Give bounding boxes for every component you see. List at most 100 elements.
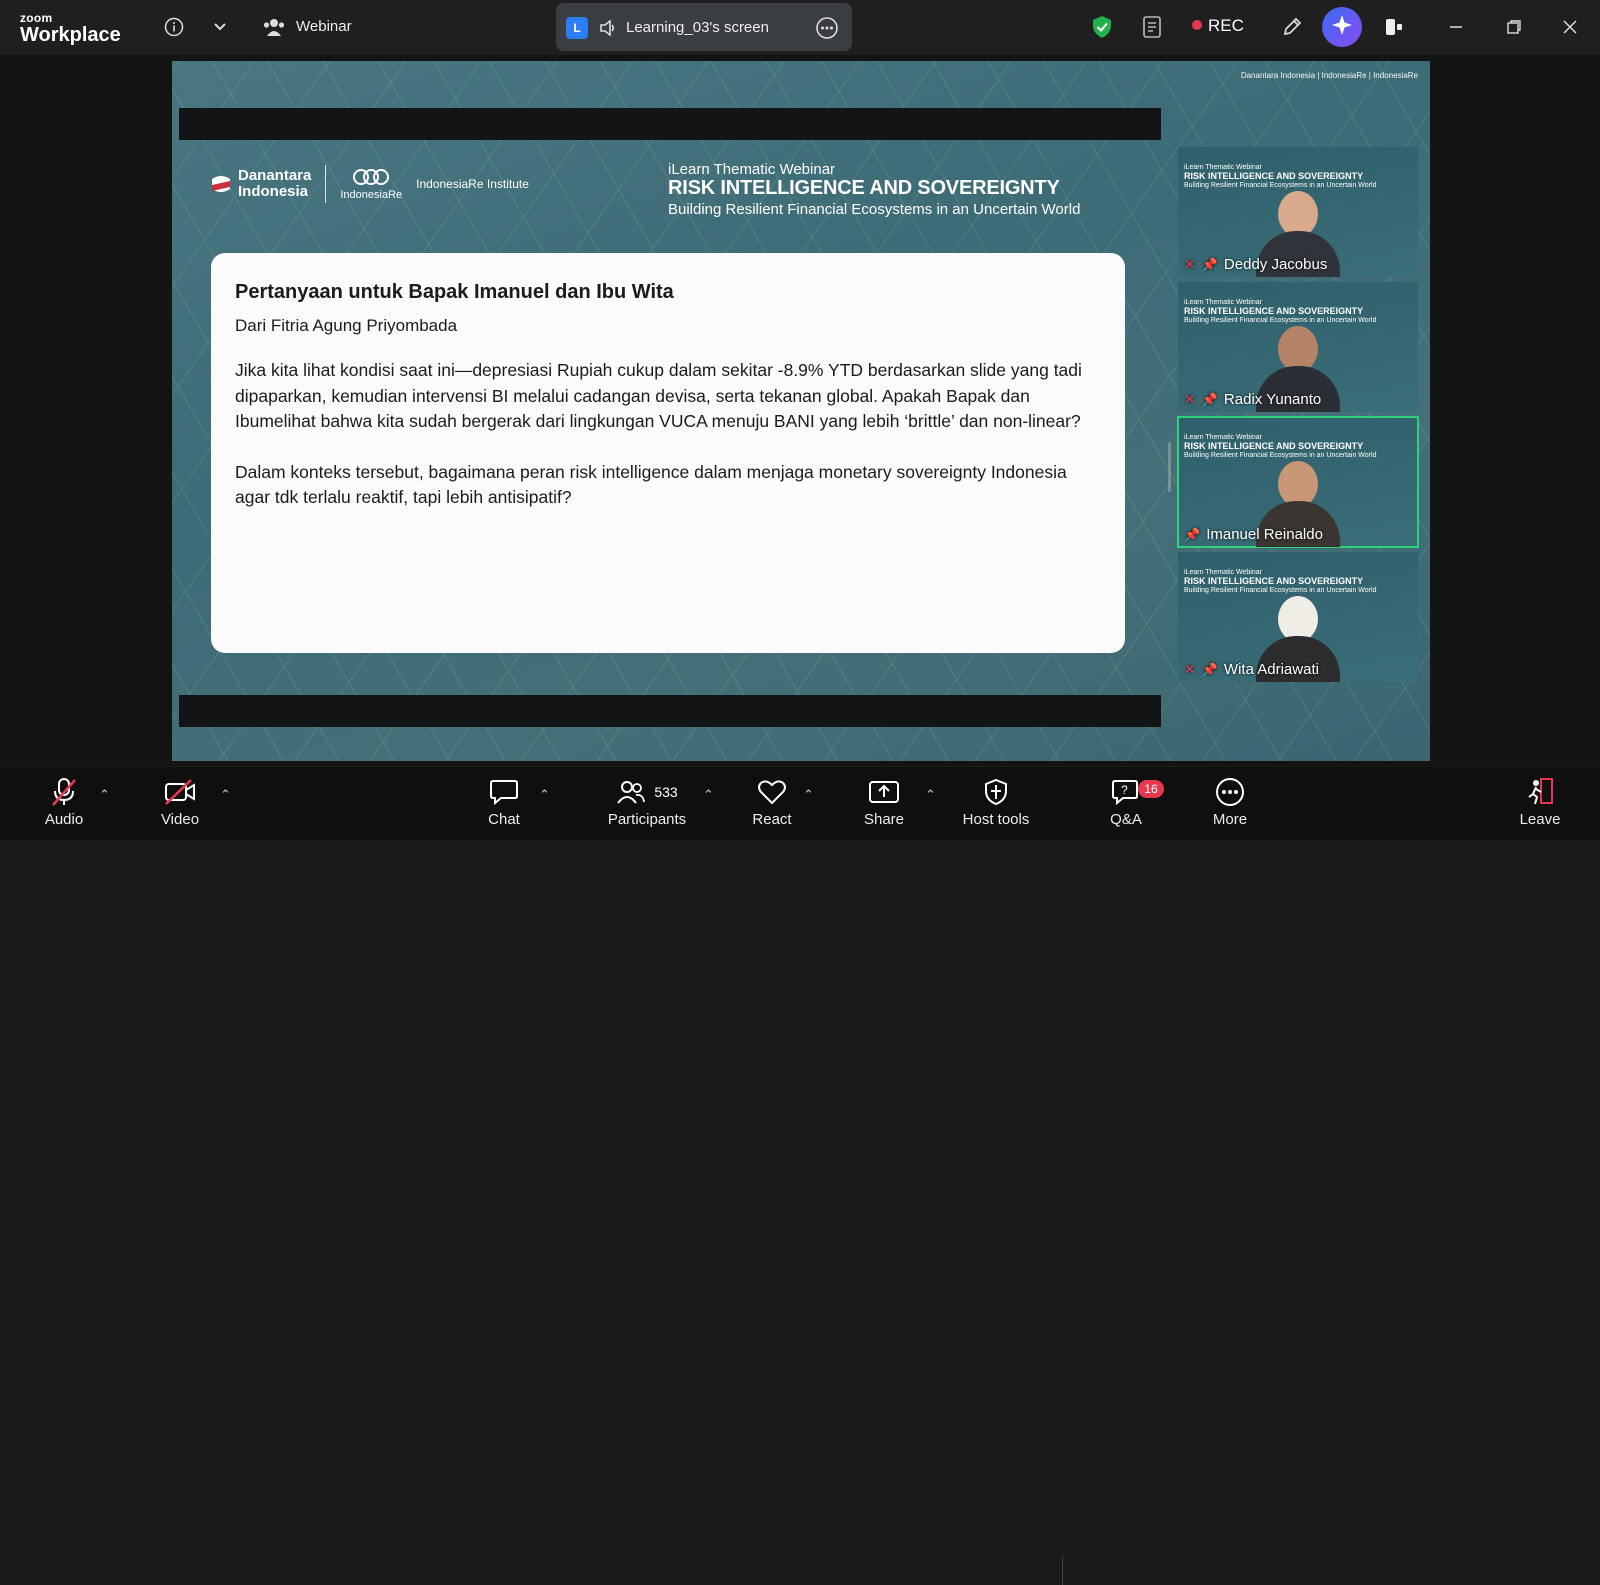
chevron-down-icon[interactable] bbox=[206, 13, 234, 41]
audio-options-caret-icon[interactable]: ⌃ bbox=[99, 787, 110, 803]
letterbox-bar-bottom bbox=[179, 695, 1161, 727]
mic-muted-icon: ✕ bbox=[1184, 256, 1196, 272]
share-options-caret-icon[interactable]: ⌃ bbox=[925, 787, 936, 803]
participant-name-label: ✕ 📌 Wita Adriawati bbox=[1184, 661, 1319, 678]
tile-slide-text: iLearn Thematic Webinar RISK INTELLIGENCE… bbox=[1184, 569, 1377, 594]
share-button[interactable]: Share bbox=[834, 775, 934, 828]
toolbar-divider bbox=[1062, 1557, 1063, 1585]
shield-icon bbox=[983, 775, 1009, 809]
more-options-icon[interactable] bbox=[815, 16, 839, 45]
brand-separator bbox=[325, 165, 327, 203]
pin-icon: 📌 bbox=[1201, 256, 1218, 272]
host-tools-button[interactable]: Host tools bbox=[946, 775, 1046, 828]
restore-window-icon[interactable] bbox=[1500, 13, 1528, 41]
annotate-pencil-icon[interactable] bbox=[1278, 13, 1306, 41]
question-title: Pertanyaan untuk Bapak Imanuel dan Ibu W… bbox=[235, 281, 674, 303]
chat-icon bbox=[489, 775, 519, 809]
indonesiare-institute-logo: IndonesiaRe Institute bbox=[416, 177, 529, 191]
slide-heading: iLearn Thematic Webinar RISK INTELLIGENC… bbox=[668, 161, 1080, 218]
logo-large-text: Workplace bbox=[20, 24, 121, 46]
close-icon[interactable] bbox=[1556, 13, 1584, 41]
share-screen-icon bbox=[868, 775, 900, 809]
participant-name-label: ✕ 📌 Deddy Jacobus bbox=[1184, 256, 1327, 273]
chat-options-caret-icon[interactable]: ⌃ bbox=[539, 787, 550, 803]
video-tile[interactable]: iLearn Thematic Webinar RISK INTELLIGENCE… bbox=[1178, 147, 1418, 277]
leave-button[interactable]: Leave bbox=[1490, 775, 1590, 828]
video-options-caret-icon[interactable]: ⌃ bbox=[220, 787, 231, 803]
partner1-text: IndonesiaRe bbox=[340, 188, 403, 201]
participants-icon: 533 bbox=[616, 775, 678, 809]
slide-brand-logos: Danantara Indonesia IndonesiaRe Indonesi… bbox=[210, 165, 529, 203]
minimize-icon[interactable] bbox=[1442, 13, 1470, 41]
heart-icon bbox=[757, 775, 787, 809]
react-options-caret-icon[interactable]: ⌃ bbox=[803, 787, 814, 803]
participant-name-label: ✕ 📌 Radix Yunanto bbox=[1184, 391, 1321, 408]
qa-label: Q&A bbox=[1110, 811, 1142, 828]
question-card: Pertanyaan untuk Bapak Imanuel dan Ibu W… bbox=[211, 253, 1125, 653]
chat-label: Chat bbox=[488, 811, 520, 828]
mic-muted-icon: ✕ bbox=[1184, 661, 1196, 677]
screen-share-label: Learning_03's screen bbox=[626, 19, 769, 36]
slide-subtitle: Building Resilient Financial Ecosystems … bbox=[668, 201, 1081, 218]
danantara-mark-icon bbox=[212, 176, 230, 192]
danantara-logo: Danantara Indonesia bbox=[210, 168, 311, 200]
video-off-icon bbox=[163, 775, 197, 809]
question-paragraph-1: Jika kita lihat kondisi saat ini—depresi… bbox=[235, 360, 1082, 431]
video-tile[interactable]: iLearn Thematic Webinar RISK INTELLIGENCE… bbox=[1178, 282, 1418, 412]
audio-label: Audio bbox=[44, 811, 84, 828]
qa-icon: ? bbox=[1111, 775, 1141, 809]
share-label: Share bbox=[863, 811, 905, 828]
shield-check-icon[interactable] bbox=[1088, 13, 1116, 41]
participant-name: Radix Yunanto bbox=[1223, 391, 1322, 408]
participant-name-label: 📌 Imanuel Reinaldo bbox=[1184, 526, 1323, 543]
recording-indicator[interactable]: REC bbox=[1192, 16, 1244, 36]
corner-logos: Danantara Indonesia | IndonesiaRe | Indo… bbox=[1240, 71, 1418, 80]
pin-icon: 📌 bbox=[1201, 391, 1218, 407]
qa-count-badge: 16 bbox=[1138, 780, 1164, 798]
video-tile[interactable]: iLearn Thematic Webinar RISK INTELLIGENCE… bbox=[1178, 552, 1418, 682]
tile-slide-text: iLearn Thematic Webinar RISK INTELLIGENCE… bbox=[1184, 164, 1377, 189]
brand-line2: Indonesia bbox=[238, 183, 309, 200]
presentation-slide: Danantara Indonesia | IndonesiaRe | Indo… bbox=[172, 61, 1430, 761]
participant-name: Wita Adriawati bbox=[1223, 661, 1319, 678]
zoom-workplace-logo: zoom Workplace bbox=[20, 12, 121, 45]
more-label: More bbox=[1212, 811, 1248, 828]
participants-button[interactable]: 533 Participants bbox=[592, 775, 702, 828]
sparkle-icon bbox=[1331, 14, 1353, 41]
speaker-icon[interactable] bbox=[598, 18, 618, 43]
webinar-people-icon bbox=[260, 13, 288, 41]
more-dots-icon bbox=[1215, 775, 1245, 809]
webinar-label: Webinar bbox=[296, 18, 352, 35]
indonesiare-logo: IndonesiaRe bbox=[340, 168, 402, 201]
pin-icon: 📌 bbox=[1201, 661, 1218, 677]
question-paragraph-2: Dalam konteks tersebut, bagaimana peran … bbox=[235, 461, 1067, 508]
gallery-scrollbar[interactable] bbox=[1168, 442, 1171, 492]
react-label: React bbox=[752, 811, 792, 828]
slide-eyebrow: iLearn Thematic Webinar bbox=[668, 161, 836, 178]
logo-small-text: zoom bbox=[20, 11, 53, 25]
pin-icon: 📌 bbox=[1184, 526, 1201, 542]
meeting-toolbar: Audio ⌃ Video ⌃ Chat ⌃ 533 Participants … bbox=[0, 767, 1600, 1585]
participants-options-caret-icon[interactable]: ⌃ bbox=[703, 787, 714, 803]
mic-muted-icon bbox=[50, 775, 78, 809]
sharer-badge: L bbox=[566, 17, 588, 39]
more-button[interactable]: More bbox=[1180, 775, 1280, 828]
video-tile-active-speaker[interactable]: iLearn Thematic Webinar RISK INTELLIGENCE… bbox=[1177, 416, 1419, 548]
side-panel-icon[interactable] bbox=[1380, 13, 1408, 41]
participant-name: Imanuel Reinaldo bbox=[1206, 526, 1323, 543]
ai-companion-button[interactable] bbox=[1322, 7, 1362, 47]
slide-title: RISK INTELLIGENCE AND SOVEREIGNTY bbox=[668, 177, 1060, 199]
info-icon[interactable] bbox=[160, 13, 188, 41]
top-bar: zoom Workplace Webinar L Learning_03's s… bbox=[0, 0, 1600, 56]
participants-label: Participants bbox=[607, 811, 687, 828]
record-dot-icon bbox=[1192, 20, 1202, 30]
indonesiare-rings-icon bbox=[353, 168, 390, 185]
leave-icon bbox=[1524, 775, 1556, 809]
participant-name: Deddy Jacobus bbox=[1223, 256, 1328, 273]
screen-share-pill[interactable]: L Learning_03's screen bbox=[556, 3, 852, 51]
video-button[interactable]: Video bbox=[130, 775, 230, 828]
host-tools-label: Host tools bbox=[962, 811, 1030, 828]
notes-icon[interactable] bbox=[1138, 13, 1166, 41]
video-label: Video bbox=[160, 811, 200, 828]
mic-muted-icon: ✕ bbox=[1184, 391, 1196, 407]
